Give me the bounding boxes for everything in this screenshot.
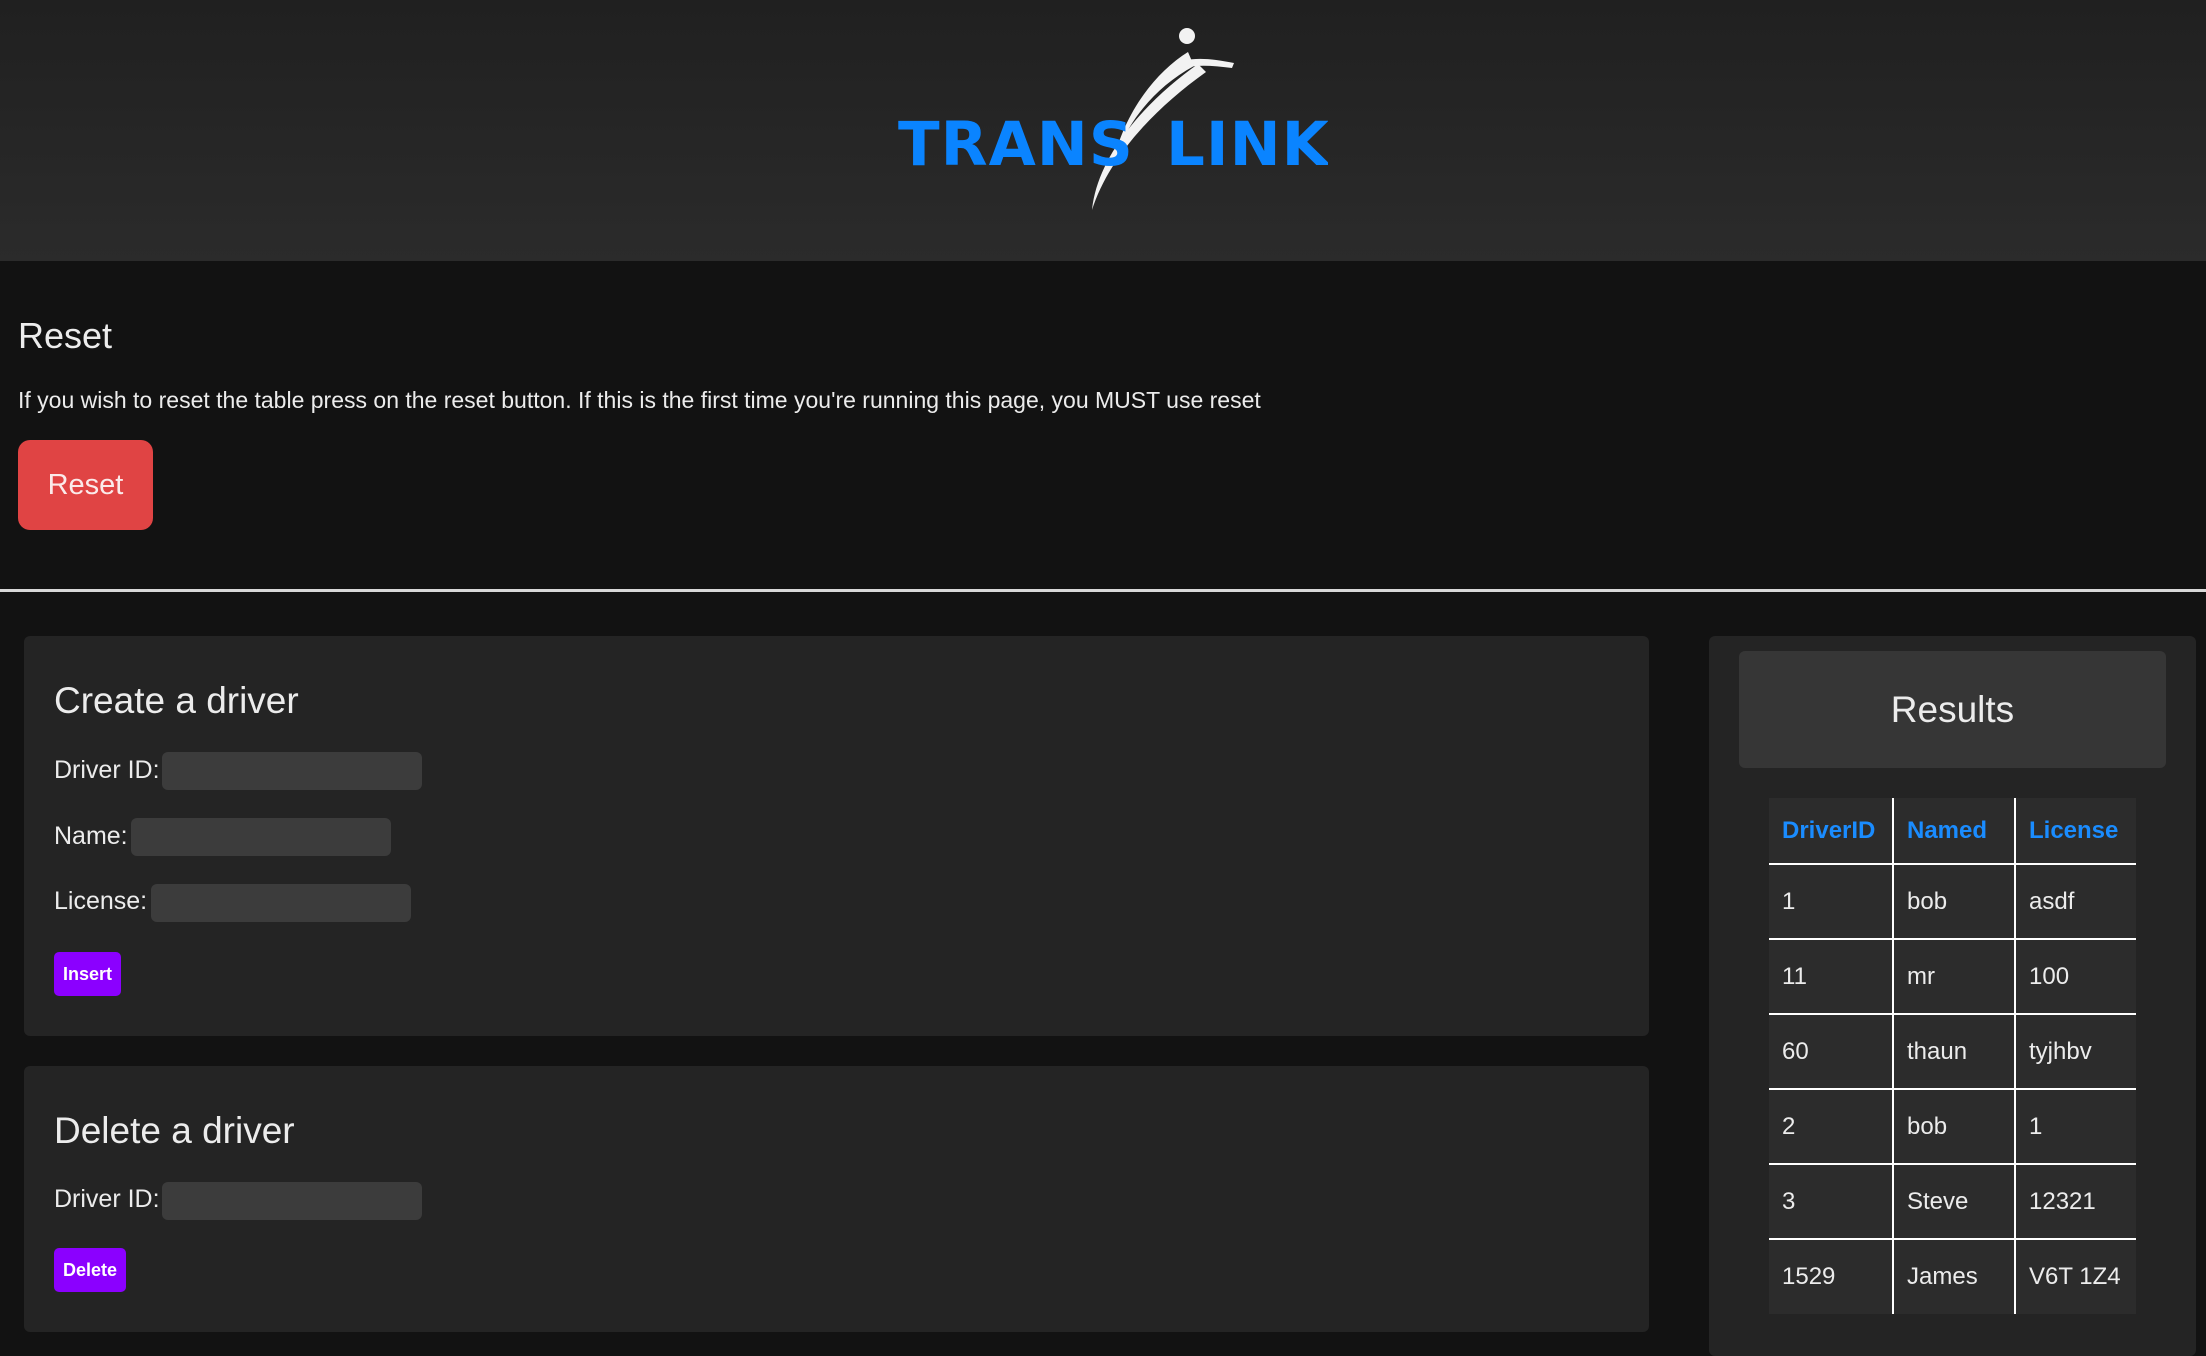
reset-button[interactable]: Reset [18,440,153,530]
reset-section: Reset If you wish to reset the table pre… [0,261,2206,591]
table-row: 1529 James V6T 1Z4 [1769,1239,2136,1314]
cell-license: 1 [2014,1089,2136,1165]
table-row: 3 Steve 12321 [1769,1164,2136,1240]
cell-named: bob [1892,864,2015,940]
reset-heading: Reset [18,315,113,356]
results-header: Results [1739,651,2166,768]
cell-license: V6T 1Z4 [2014,1239,2136,1314]
delete-driver-id-input[interactable] [162,1182,422,1220]
results-table: DriverID Named License 1 bob asdf 11 mr … [1769,798,2136,1314]
cell-named: bob [1892,1089,2015,1165]
delete-button[interactable]: Delete [54,1248,127,1292]
logo-figure-head [1179,28,1195,44]
column-header-named: Named [1892,798,2015,865]
logo-text-trans: TRANS [898,109,1134,180]
section-divider [0,589,2206,592]
table-row: 1 bob asdf [1769,864,2136,940]
table-header-row: DriverID Named License [1769,798,2136,865]
create-driver-id-input[interactable] [162,752,422,790]
column-header-driverid: DriverID [1769,798,1893,865]
create-license-input[interactable] [151,884,411,922]
create-driver-heading: Create a driver [54,680,299,721]
cell-license: 100 [2014,939,2136,1015]
site-header: TRANS LINK [0,0,2206,261]
cell-driverid: 11 [1769,939,1893,1015]
results-heading: Results [1890,689,2015,730]
cell-driverid: 1 [1769,864,1893,940]
table-row: 2 bob 1 [1769,1089,2136,1165]
cell-license: asdf [2014,864,2136,940]
create-driver-id-label: Driver ID: [54,756,160,784]
cell-named: mr [1892,939,2015,1015]
cell-driverid: 3 [1769,1164,1893,1240]
cell-driverid: 60 [1769,1014,1893,1090]
create-driver-panel: Create a driver Driver ID: Name: License… [24,636,1649,1036]
create-license-label: License: [54,887,148,915]
cell-license: 12321 [2014,1164,2136,1240]
create-name-input[interactable] [131,818,391,856]
cell-named: James [1892,1239,2015,1314]
delete-driver-heading: Delete a driver [54,1110,295,1151]
reset-description: If you wish to reset the table press on … [18,387,1261,413]
insert-button[interactable]: Insert [54,952,122,996]
delete-driver-panel: Delete a driver Driver ID: Delete [24,1066,1649,1332]
cell-license: tyjhbv [2014,1014,2136,1090]
translink-logo: TRANS LINK [898,28,1328,210]
delete-driver-id-label: Driver ID: [54,1185,160,1213]
table-row: 60 thaun tyjhbv [1769,1014,2136,1090]
results-panel: Results DriverID Named License 1 bob asd… [1709,636,2196,1356]
cell-named: Steve [1892,1164,2015,1240]
create-name-label: Name: [54,822,128,850]
table-row: 11 mr 100 [1769,939,2136,1015]
cell-driverid: 1529 [1782,1263,1836,1290]
column-header-license: License [2014,798,2136,865]
cell-named: thaun [1892,1014,2015,1090]
cell-driverid: 2 [1769,1089,1893,1165]
logo-text-link: LINK [1166,109,1328,180]
